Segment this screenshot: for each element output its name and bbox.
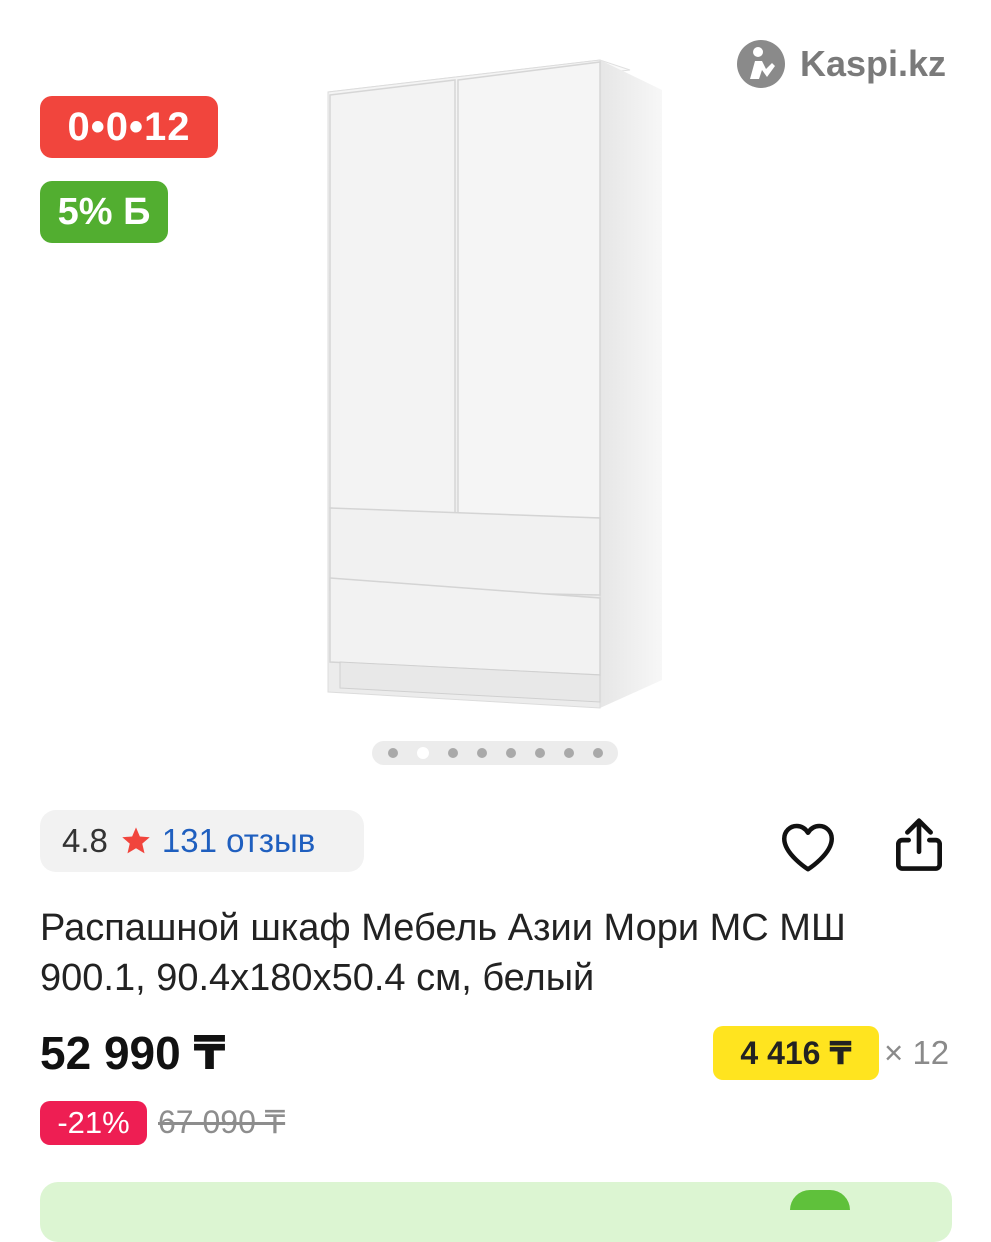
- reviews-link[interactable]: 131 отзыв: [162, 822, 315, 860]
- promo-icon: [790, 1190, 850, 1210]
- star-icon: [122, 827, 150, 854]
- product-image[interactable]: [300, 50, 690, 720]
- old-price: 67 090 ₸: [158, 1104, 286, 1140]
- carousel-dot[interactable]: [563, 748, 574, 758]
- current-price: 52 990 ₸: [40, 1027, 226, 1079]
- monthly-payment-badge[interactable]: 4 416 ₸: [713, 1026, 879, 1080]
- product-title: Распашной шкаф Мебель Азии Мори МС МШ 90…: [40, 907, 846, 999]
- share-icon[interactable]: [888, 812, 950, 876]
- kaspi-logo-icon: [737, 40, 785, 88]
- carousel-dot[interactable]: [505, 748, 516, 758]
- rating-chip[interactable]: 4.8 131 отзыв: [40, 810, 364, 872]
- carousel-dot-active[interactable]: [416, 747, 429, 759]
- carousel-dot[interactable]: [592, 748, 603, 758]
- heart-icon[interactable]: [778, 818, 838, 878]
- carousel-dot[interactable]: [387, 748, 398, 758]
- kaspi-logo: Kaspi.kz: [736, 38, 946, 90]
- discount-badge: -21%: [40, 1101, 147, 1145]
- carousel-dots[interactable]: [372, 741, 618, 765]
- carousel-dot[interactable]: [476, 748, 487, 758]
- rating-value: 4.8: [62, 822, 108, 859]
- bonus-badge[interactable]: 5% Б: [40, 181, 168, 243]
- logo-text: Kaspi.kz: [800, 43, 947, 84]
- installment-months: × 12: [884, 1034, 950, 1071]
- carousel-dot[interactable]: [447, 748, 458, 758]
- carousel-dot[interactable]: [534, 748, 545, 758]
- installment-badge[interactable]: 0•0•12: [40, 96, 218, 158]
